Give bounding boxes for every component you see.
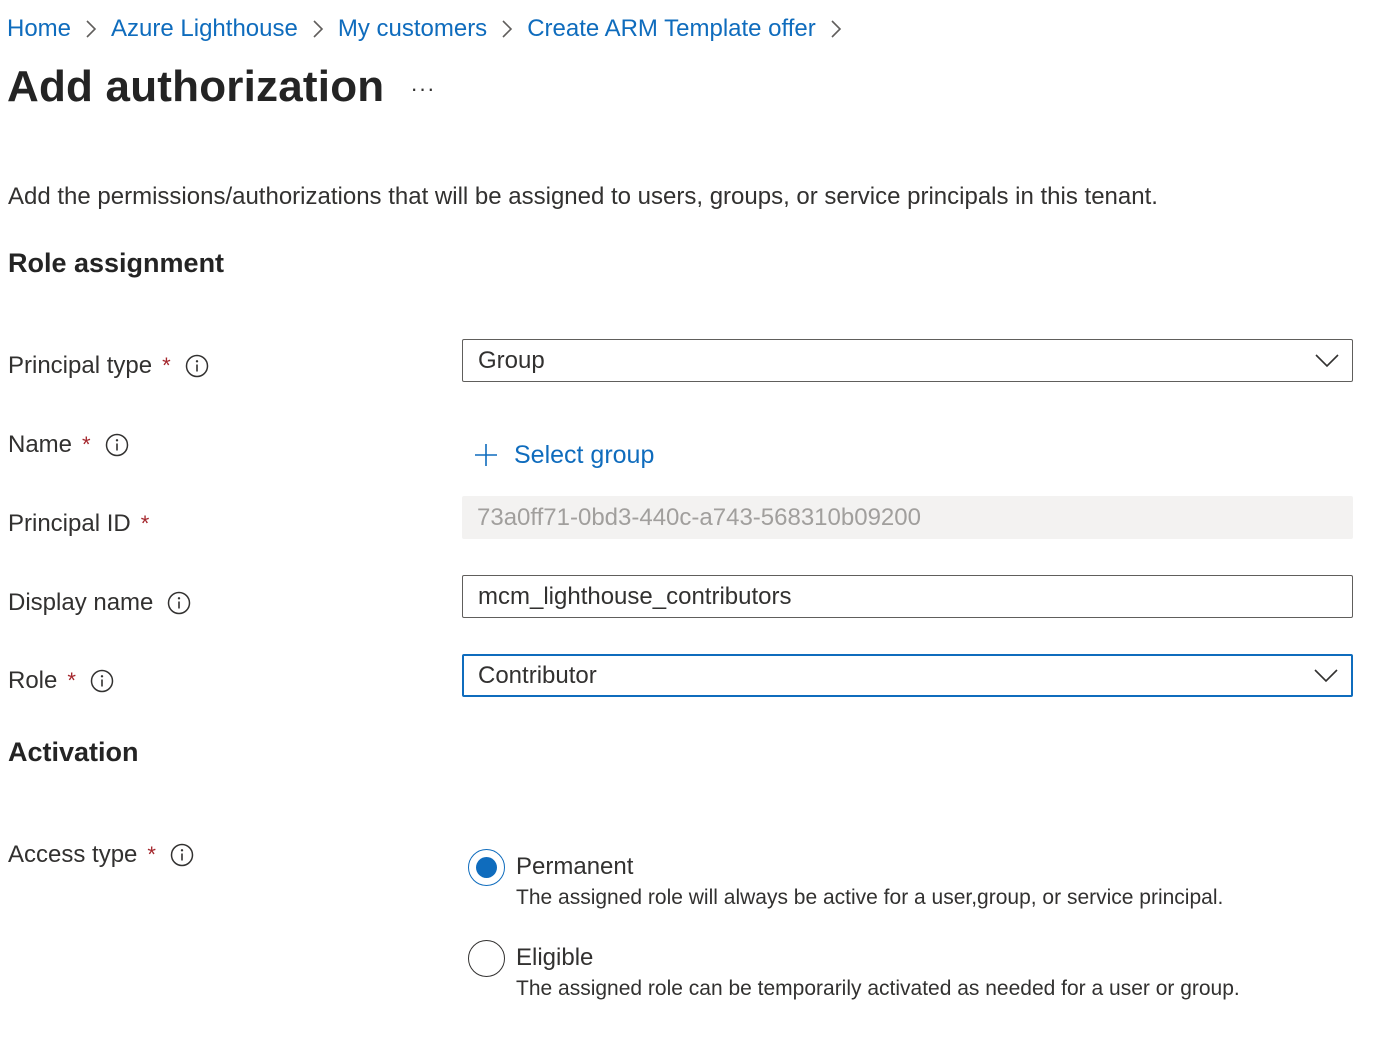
- info-icon[interactable]: [105, 433, 129, 457]
- display-name-label-text: Display name: [8, 589, 154, 616]
- chevron-down-icon: [1315, 353, 1339, 367]
- principal-type-label: Principal type *: [8, 350, 209, 382]
- chevron-right-icon: [71, 20, 111, 38]
- principal-id-value: 73a0ff71-0bd3-440c-a743-568310b09200: [477, 503, 921, 531]
- breadcrumb-create-arm-template-offer[interactable]: Create ARM Template offer: [527, 15, 816, 43]
- info-icon[interactable]: [185, 354, 209, 378]
- principal-id-label-text: Principal ID: [8, 510, 131, 537]
- display-name-value: mcm_lighthouse_contributors: [478, 582, 792, 610]
- select-group-label: Select group: [514, 440, 655, 469]
- access-type-label-text: Access type: [8, 841, 138, 868]
- access-type-permanent-description: The assigned role will always be active …: [516, 886, 1224, 909]
- required-marker: *: [147, 842, 156, 867]
- radio-selected-dot: [476, 857, 497, 878]
- chevron-right-icon: [298, 20, 338, 38]
- principal-type-dropdown[interactable]: Group: [462, 339, 1353, 382]
- plus-icon: [475, 444, 497, 466]
- page-description: Add the permissions/authorizations that …: [8, 183, 1158, 210]
- principal-type-label-text: Principal type: [8, 352, 153, 379]
- chevron-down-icon: [1314, 668, 1338, 682]
- required-marker: *: [140, 511, 150, 536]
- required-marker: *: [162, 353, 171, 378]
- name-label: Name *: [8, 429, 129, 461]
- access-type-eligible-label[interactable]: Eligible: [516, 944, 593, 972]
- section-heading-role-assignment: Role assignment: [8, 248, 225, 278]
- principal-type-value: Group: [478, 346, 545, 374]
- principal-id-label: Principal ID *: [8, 508, 149, 540]
- info-icon[interactable]: [170, 843, 194, 867]
- required-marker: *: [67, 668, 76, 693]
- breadcrumb-azure-lighthouse[interactable]: Azure Lighthouse: [111, 15, 298, 43]
- role-label-text: Role: [8, 667, 58, 694]
- display-name-label: Display name: [8, 587, 191, 619]
- access-type-label: Access type *: [8, 839, 194, 871]
- select-group-button[interactable]: Select group: [474, 436, 654, 474]
- breadcrumb-home[interactable]: Home: [7, 15, 71, 43]
- role-value: Contributor: [478, 661, 597, 689]
- access-type-eligible-radio[interactable]: [468, 940, 505, 977]
- name-label-text: Name: [8, 431, 73, 458]
- access-type-eligible-description: The assigned role can be temporarily act…: [516, 977, 1240, 1000]
- page-title: Add authorization: [7, 62, 385, 111]
- role-dropdown[interactable]: Contributor: [462, 654, 1353, 697]
- required-marker: *: [82, 432, 91, 457]
- access-type-permanent-radio[interactable]: [468, 849, 505, 886]
- principal-id-input: 73a0ff71-0bd3-440c-a743-568310b09200: [462, 496, 1353, 539]
- info-icon[interactable]: [167, 591, 191, 615]
- chevron-right-icon: [487, 20, 527, 38]
- access-type-permanent-label[interactable]: Permanent: [516, 853, 633, 881]
- breadcrumb-my-customers[interactable]: My customers: [338, 15, 487, 43]
- role-label: Role *: [8, 665, 114, 697]
- breadcrumb: Home Azure Lighthouse My customers Creat…: [7, 12, 856, 46]
- section-heading-activation: Activation: [8, 737, 139, 767]
- more-options-button[interactable]: ···: [405, 72, 441, 106]
- chevron-right-icon: [816, 20, 856, 38]
- info-icon[interactable]: [90, 669, 114, 693]
- display-name-input[interactable]: mcm_lighthouse_contributors: [462, 575, 1353, 618]
